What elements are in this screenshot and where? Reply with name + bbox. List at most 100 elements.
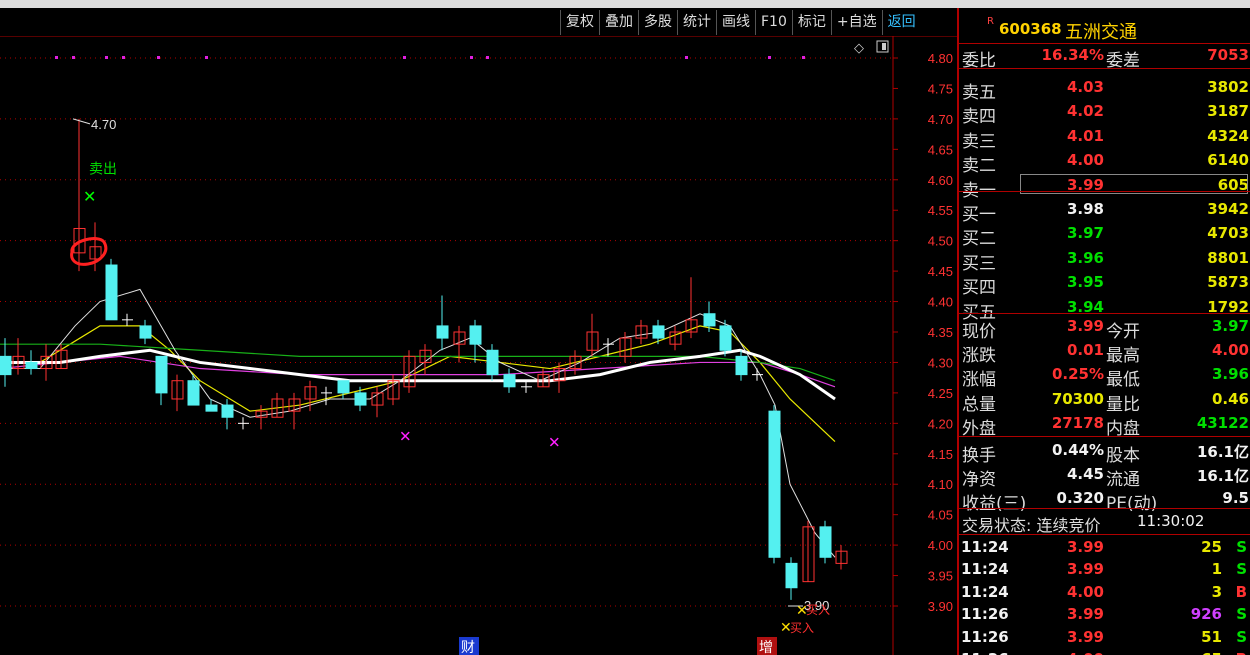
- stat-row: 涨跌 0.01 最高 4.00: [959, 339, 1250, 366]
- candle-down: [486, 349, 499, 376]
- signal-dot: [403, 56, 406, 59]
- buy-signal-label-2: 买入: [790, 621, 814, 635]
- diamond-icon[interactable]: ◇: [854, 41, 864, 56]
- tick-side: B: [1236, 650, 1247, 655]
- high-pointer: [72, 118, 91, 125]
- draw-line-button[interactable]: 画线: [716, 10, 755, 35]
- price-axis-label: 3.95: [928, 569, 953, 584]
- fundamental-value: 9.5: [1222, 489, 1249, 507]
- tick-price: 3.99: [1066, 605, 1104, 624]
- fundamental-value: 4.45: [1066, 465, 1104, 483]
- fundamental-value: 16.1亿: [1196, 467, 1249, 485]
- tick-time: 11:26: [961, 605, 1009, 624]
- price-axis-label: 4.15: [928, 447, 953, 462]
- signal-dot: [486, 56, 489, 59]
- stock-title: R 600368 五洲交通: [959, 12, 1250, 43]
- price-axis-label: 4.10: [928, 477, 953, 492]
- bid-volume: 5873: [1207, 273, 1249, 292]
- stat-value: 3.97: [1211, 317, 1249, 335]
- ask-volume: 6140: [1207, 151, 1249, 170]
- fundamental-value: 0.44%: [1051, 441, 1104, 459]
- price-axis-label: 4.35: [928, 325, 953, 340]
- tick-side: S: [1236, 560, 1247, 579]
- stock-code: 600368: [999, 20, 1062, 38]
- ask-price: 4.02: [1066, 102, 1104, 121]
- ask-label: 卖二: [962, 156, 996, 177]
- candle-down: [25, 361, 38, 370]
- statistics-button[interactable]: 统计: [677, 10, 716, 35]
- candle-down: [187, 380, 200, 406]
- candle-down: [436, 325, 449, 339]
- bid-volume: 3942: [1207, 200, 1249, 218]
- stat-value: 0.01: [1066, 341, 1104, 360]
- price-axis-label: 4.05: [928, 508, 953, 523]
- bid-row: 买一 3.98 3942: [959, 198, 1250, 225]
- candle-down: [0, 355, 12, 376]
- candle-down: [503, 374, 516, 388]
- candle-down: [354, 392, 367, 406]
- add-watchlist-button[interactable]: +自选: [830, 10, 882, 35]
- price-axis-label: 4.00: [928, 538, 953, 553]
- trade-status-label: 交易状态: 连续竞价: [962, 516, 1101, 535]
- tick-side: S: [1236, 627, 1247, 646]
- stat-row: 涨幅 0.25% 最低 3.96: [959, 363, 1250, 390]
- signal-dot: [72, 56, 75, 59]
- candle-down: [652, 325, 665, 339]
- candle-down: [768, 410, 781, 558]
- bid-row: 买三 3.96 8801: [959, 247, 1250, 274]
- ask-label: 卖四: [962, 107, 996, 128]
- divider: [959, 436, 1250, 437]
- ask-label: 卖三: [962, 131, 996, 152]
- bid-label: 买二: [962, 229, 996, 250]
- ask-row: 卖三 4.01 4324: [959, 125, 1250, 152]
- back-button[interactable]: 返回: [881, 10, 921, 35]
- tick-row: 11:24 4.00 3 B: [959, 581, 1250, 605]
- candlestick-chart[interactable]: 4.80 4.75 4.70 4.65 4.60 4.55 4.50 4.45 4.40 4.35…: [0, 36, 957, 655]
- restore-rights-button[interactable]: 复权: [560, 10, 599, 35]
- mark-button[interactable]: 标记: [791, 10, 831, 35]
- tick-time: 11:26: [961, 650, 1009, 655]
- finance-marker-label: 财: [461, 640, 475, 655]
- fundamental-row: 净资 4.45 流通 16.1亿: [959, 463, 1250, 490]
- ask-row: 卖五 4.03 3802: [959, 76, 1250, 103]
- ask-price: 4.00: [1066, 151, 1104, 170]
- overlay-button[interactable]: 叠加: [599, 10, 638, 35]
- high-price-label: 4.70: [91, 117, 116, 132]
- signal-dot: [105, 56, 108, 59]
- tick-price: 3.99: [1066, 538, 1104, 556]
- stat-value: 3.99: [1066, 317, 1104, 335]
- tick-volume: 51: [1201, 627, 1222, 646]
- magenta-x-mark: ✕: [399, 428, 412, 446]
- tick-price: 4.00: [1067, 650, 1104, 655]
- multi-stock-button[interactable]: 多股: [638, 10, 677, 35]
- bid-volume: 4703: [1207, 224, 1249, 243]
- tick-volume: 926: [1190, 605, 1222, 624]
- issue-marker-label: 增: [759, 640, 773, 655]
- candle-down: [155, 355, 168, 394]
- candle-down: [337, 380, 350, 394]
- tick-price: 3.99: [1066, 627, 1104, 646]
- tick-row: 11:26 3.99 51 S: [959, 626, 1250, 650]
- magenta-x-mark: ✕: [548, 434, 561, 452]
- ask-price: 4.01: [1066, 126, 1104, 145]
- price-axis-label: 4.65: [928, 142, 953, 157]
- tick-time: 11:24: [961, 538, 1009, 556]
- ask-row: 卖四 4.02 3187: [959, 100, 1250, 128]
- price-axis-label: 3.90: [928, 599, 953, 614]
- sell-signal-label: 卖出: [89, 162, 117, 178]
- candle-down: [139, 325, 152, 339]
- signal-dot: [205, 56, 208, 59]
- divider: [959, 534, 1250, 535]
- price-axis-label: 4.45: [928, 264, 953, 279]
- stat-value: 4.00: [1211, 341, 1249, 360]
- candle-down: [205, 404, 218, 412]
- quote-panel: R 600368 五洲交通 委比 16.34% 委差 7053 卖五 4.03 38…: [959, 8, 1250, 655]
- tick-volume: 25: [1201, 538, 1222, 556]
- window-icon-fill: [882, 43, 886, 50]
- ask-label: 卖五: [962, 83, 996, 103]
- ask-price: 4.03: [1066, 78, 1104, 96]
- ask-label: 卖一: [962, 180, 996, 201]
- signal-dot: [55, 56, 58, 59]
- f10-button[interactable]: F10: [755, 10, 792, 35]
- weibi-value: 16.34%: [1041, 46, 1104, 64]
